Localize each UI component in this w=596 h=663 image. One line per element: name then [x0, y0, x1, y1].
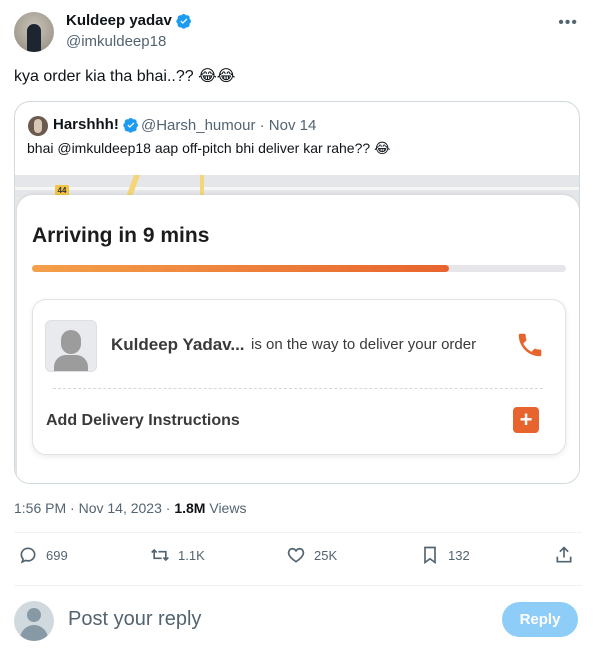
quote-author-handle: @Harsh_humour: [141, 117, 256, 134]
rider-status: is on the way to deliver your order: [251, 336, 477, 353]
reply-count: 699: [46, 547, 68, 563]
like-action[interactable]: 25K: [286, 545, 337, 565]
bookmark-action[interactable]: 132: [420, 545, 470, 565]
map-road: [200, 175, 204, 197]
bookmark-icon: [424, 546, 436, 565]
author-handle[interactable]: @imkuldeep18: [66, 33, 166, 50]
reply-icon: [20, 547, 36, 564]
quote-author-avatar: [28, 116, 48, 136]
bookmark-count: 132: [448, 547, 470, 563]
like-count: 25K: [314, 547, 338, 563]
views-count: 1.8M: [174, 500, 206, 516]
views-label: Views: [209, 500, 247, 516]
map-strip: 44: [15, 175, 579, 197]
meta-separator: ·: [259, 117, 265, 134]
reply-button[interactable]: Reply: [502, 602, 578, 637]
quoted-tweet[interactable]: Harshhh! @Harsh_humour · Nov 14 bhai @im…: [14, 101, 580, 484]
more-options-icon[interactable]: •••: [558, 14, 578, 32]
action-bar: 699 1.1K 25K 132: [0, 545, 596, 575]
reply-action[interactable]: 699: [18, 545, 68, 565]
tweet-time[interactable]: 1:56 PM: [14, 500, 66, 516]
tweet-date[interactable]: Nov 14, 2023: [79, 500, 162, 516]
map-road: [125, 175, 141, 197]
divider: [14, 532, 582, 533]
tweet-meta: 1:56 PM · Nov 14, 2023 · 1.8M Views: [14, 500, 246, 516]
author-name[interactable]: Kuldeep yadav: [66, 12, 172, 29]
reply-input[interactable]: [68, 608, 468, 631]
author-name-row: Kuldeep yadav: [66, 12, 192, 29]
delivery-card: Arriving in 9 mins Kuldeep Yadav... is o…: [17, 195, 579, 483]
quote-author-name: Harshhh!: [53, 116, 119, 133]
heart-icon: [287, 547, 305, 563]
verified-badge-icon: [123, 117, 138, 133]
tweet-text: kya order kia tha bhai..?? 😂😂: [14, 68, 236, 85]
rider-info-card: Kuldeep Yadav... is on the way to delive…: [32, 299, 566, 455]
phone-icon: [518, 333, 542, 357]
dashed-divider: [53, 388, 543, 389]
quote-date: Nov 14: [268, 117, 317, 134]
user-avatar: [14, 601, 54, 641]
arrival-heading: Arriving in 9 mins: [32, 224, 210, 247]
share-action[interactable]: [554, 545, 574, 565]
map-road: [15, 187, 579, 190]
repost-icon: [151, 548, 169, 562]
progress-fill: [32, 265, 449, 272]
meta-separator: ·: [165, 500, 171, 516]
meta-separator: ·: [70, 500, 75, 516]
quote-meta: @Harsh_humour · Nov 14: [141, 117, 316, 134]
rider-name: Kuldeep Yadav...: [111, 335, 245, 354]
repost-count: 1.1K: [178, 547, 205, 563]
divider: [14, 585, 582, 586]
verified-badge-icon: [176, 13, 191, 29]
quote-media-image[interactable]: 44 Arriving in 9 mins Kuldeep Yadav... i…: [15, 175, 579, 483]
delivery-instructions-label: Add Delivery Instructions: [46, 412, 240, 429]
rider-avatar: [45, 320, 97, 372]
share-icon: [556, 546, 572, 563]
author-avatar[interactable]: [14, 12, 54, 52]
plus-icon: +: [513, 407, 539, 433]
quote-text: bhai @imkuldeep18 aap off-pitch bhi deli…: [27, 140, 391, 156]
delivery-progress-bar: [32, 265, 566, 272]
repost-action[interactable]: 1.1K: [150, 545, 205, 565]
quote-name-row: Harshhh!: [53, 116, 139, 133]
